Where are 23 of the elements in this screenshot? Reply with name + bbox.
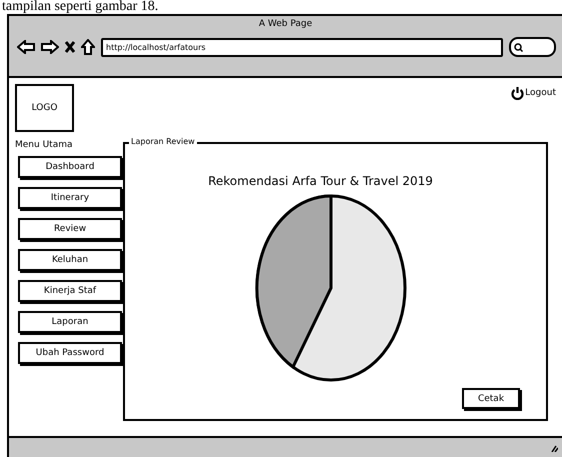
menu-button[interactable]: Kinerja Staf: [18, 280, 122, 302]
menu-button[interactable]: Ubah Password: [18, 342, 122, 364]
menu-button[interactable]: Laporan: [18, 311, 122, 333]
menu-button[interactable]: Itinerary: [18, 187, 122, 209]
panel-title: Laporan Review: [129, 137, 197, 146]
print-button[interactable]: Cetak: [462, 388, 520, 409]
search-icon: [514, 42, 523, 52]
back-icon[interactable]: [17, 40, 35, 54]
power-icon: [511, 86, 524, 100]
logout-button[interactable]: Logout: [511, 86, 556, 100]
menu-heading: Menu Utama: [15, 140, 74, 150]
menu-button[interactable]: Dashboard: [18, 156, 122, 178]
window-title: A Web Page: [258, 19, 314, 29]
logo-text: LOGO: [32, 103, 58, 113]
search-field[interactable]: [509, 37, 556, 57]
forward-icon[interactable]: [41, 40, 59, 54]
url-field[interactable]: http://localhost/arfatours: [101, 38, 503, 56]
chart-title: Rekomendasi Arfa Tour & Travel 2019: [208, 174, 433, 188]
document-text: tampilan seperti gambar 18.: [2, 0, 158, 14]
close-icon[interactable]: [65, 41, 75, 53]
menu-button[interactable]: Keluhan: [18, 249, 122, 271]
resize-grip-icon: [550, 444, 558, 452]
menu-button[interactable]: Review: [18, 218, 122, 240]
